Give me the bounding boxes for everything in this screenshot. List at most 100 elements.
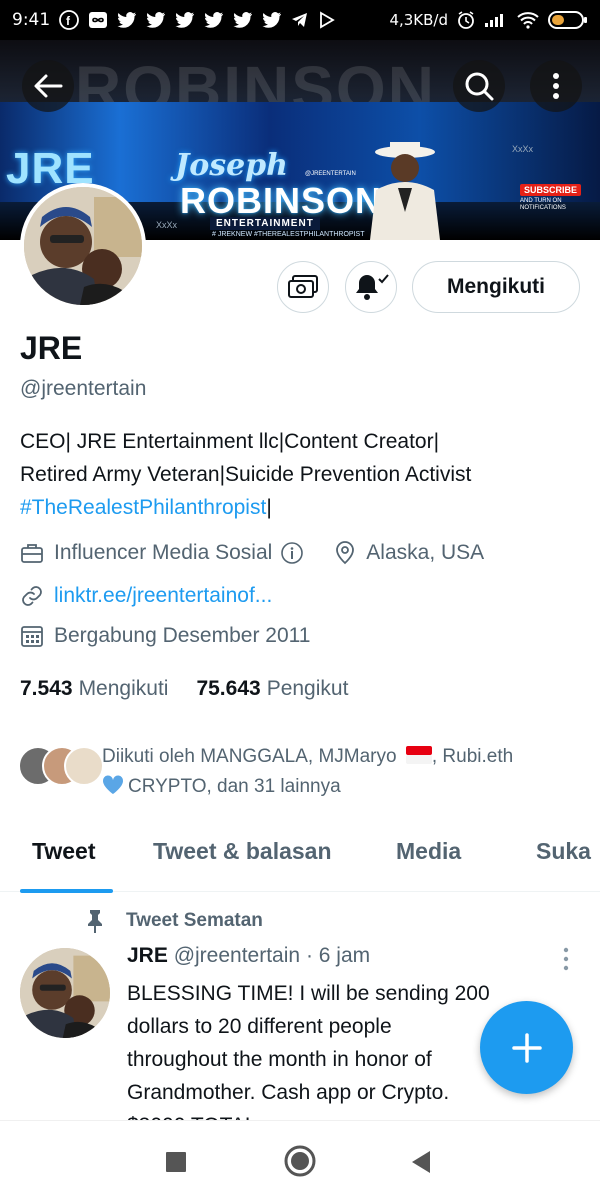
banner-handle: @JREENTERTAIN	[305, 171, 356, 177]
profile-location: Alaska, USA	[366, 541, 485, 564]
telegram-icon	[291, 11, 309, 29]
search-icon	[465, 72, 494, 101]
banner-subscribe-note: AND TURN ON NOTIFICATIONS	[520, 198, 566, 211]
followed-by-names-cont: , Rubi.eth	[431, 746, 514, 767]
tab-media[interactable]: Media	[396, 838, 461, 865]
followed-by[interactable]: Diikuti oleh MANGGALA, MJMaryo , Rubi.et…	[18, 742, 582, 802]
subscribe-button[interactable]	[277, 261, 329, 313]
recents-square-icon	[166, 1152, 186, 1172]
alarm-icon	[456, 10, 476, 30]
svg-text:f: f	[66, 14, 71, 28]
back-button[interactable]	[22, 60, 74, 112]
indonesia-flag-icon	[405, 746, 432, 764]
profile-stats: 7.543 Mengikuti 75.643 Pengikut	[20, 677, 348, 701]
following-count: 7.543	[20, 677, 73, 700]
tweet-line: BLESSING TIME! I will be sending 200	[127, 982, 490, 1005]
wifi-icon	[516, 11, 540, 29]
profile-name: JRE	[20, 330, 83, 366]
avatar-photo	[24, 187, 142, 305]
banner-title-script: Joseph	[175, 148, 288, 183]
profile-avatar[interactable]	[20, 183, 146, 309]
more-vertical-icon	[563, 947, 569, 971]
pin-icon	[88, 910, 102, 933]
banner-subtitle: ENTERTAINMENT	[210, 217, 320, 230]
profile-meta-row: Influencer Media Sosial Alaska, USA	[20, 541, 484, 565]
system-nav-bar	[0, 1120, 600, 1200]
search-button[interactable]	[453, 60, 505, 112]
clock: 9:41	[12, 10, 51, 30]
battery-icon	[548, 10, 588, 30]
calendar-icon	[21, 626, 43, 647]
tweet-author-avatar[interactable]	[20, 948, 110, 1038]
tab-tweet-replies[interactable]: Tweet & balasan	[153, 838, 332, 865]
info-icon[interactable]	[280, 541, 304, 565]
money-icon	[288, 275, 318, 298]
profile-website-link[interactable]: linktr.ee/jreentertainof...	[54, 584, 272, 608]
tweet-header: JRE @jreentertain · 6 jam	[127, 944, 370, 968]
plus-icon	[511, 1032, 542, 1063]
tweet-more-button[interactable]	[560, 946, 572, 976]
tab-tweet[interactable]: Tweet	[32, 838, 95, 865]
briefcase-icon	[21, 544, 43, 563]
followers-count: 75.643	[196, 677, 261, 700]
banner-watermark: XxXx	[156, 220, 178, 230]
back-triangle-icon	[412, 1151, 430, 1173]
active-tab-indicator	[20, 889, 113, 893]
twitter-icon	[117, 11, 137, 29]
status-bar: 9:41 f 4,3KB/d	[0, 0, 600, 40]
more-vertical-icon	[553, 73, 559, 99]
recents-button[interactable]	[166, 1152, 186, 1176]
profile-handle: @jreentertain	[20, 377, 147, 400]
tweet-author-name[interactable]: JRE	[127, 944, 168, 967]
followed-by-others: CRYPTO, dan 31 lainnya	[128, 776, 341, 797]
back-nav-button[interactable]	[410, 1150, 432, 1178]
avatar-photo	[20, 948, 110, 1038]
profile-joined-date: Bergabung Desember 2011	[54, 624, 311, 647]
followers-count-link[interactable]: 75.643 Pengikut	[196, 677, 348, 701]
following-label: Mengikuti	[78, 677, 169, 700]
bio-tail: |	[266, 496, 272, 519]
home-button[interactable]	[284, 1145, 316, 1181]
bio-hashtag-link[interactable]: #TheRealestPhilanthropist	[20, 496, 266, 519]
tweet-time: 6 jam	[318, 944, 371, 967]
avatar	[64, 746, 104, 786]
tab-likes[interactable]: Suka	[536, 838, 591, 865]
pinned-label: Tweet Sematan	[126, 910, 263, 931]
followed-by-text: Diikuti oleh MANGGALA, MJMaryo , Rubi.et…	[102, 742, 582, 802]
following-count-link[interactable]: 7.543 Mengikuti	[20, 677, 168, 701]
profile-tabs: Tweet Tweet & balasan Media Suka	[0, 828, 600, 893]
banner-subscribe: SUBSCRIBE AND TURN ON NOTIFICATIONS	[520, 178, 588, 212]
play-store-icon	[318, 11, 336, 29]
compose-tweet-button[interactable]	[480, 1001, 573, 1094]
twitter-icon	[233, 11, 253, 29]
signal-icon	[484, 12, 508, 28]
banner-watermark: XxXx	[512, 144, 534, 154]
banner-subscribe-label: SUBSCRIBE	[520, 184, 582, 196]
blue-heart-icon	[102, 775, 124, 794]
location-pin-icon	[336, 541, 355, 565]
profile-bio: CEO| JRE Entertainment llc|Content Creat…	[20, 425, 590, 524]
bell-check-icon	[356, 274, 389, 300]
twitter-icon	[262, 11, 282, 29]
profile-link-row: linktr.ee/jreentertainof...	[20, 584, 272, 608]
twitter-icon	[146, 11, 166, 29]
more-options-button[interactable]	[530, 60, 582, 112]
tweet-author-handle: @jreentertain	[173, 944, 301, 967]
home-circle-icon	[284, 1145, 316, 1177]
infinity-icon	[88, 10, 108, 30]
banner-hashtags: # JREKNEW #THEREALESTPHILANTHROPIST	[212, 231, 365, 238]
followers-label: Pengikut	[266, 677, 349, 700]
network-speed: 4,3KB/d	[389, 11, 448, 29]
banner-title: ROBINSON	[180, 180, 383, 221]
bio-line: Retired Army Veteran|Suicide Prevention …	[20, 463, 472, 486]
notifications-button[interactable]	[345, 261, 397, 313]
twitter-icon	[175, 11, 195, 29]
profile-category: Influencer Media Sosial	[54, 541, 273, 564]
pinned-label-row: Tweet Sematan	[84, 908, 263, 934]
following-button[interactable]: Mengikuti	[412, 261, 580, 313]
arrow-left-icon	[34, 74, 63, 98]
bio-line: CEO| JRE Entertainment llc|Content Creat…	[20, 430, 440, 453]
banner-person-image	[370, 142, 440, 240]
followed-by-avatars	[18, 746, 104, 792]
tweet-separator: ·	[305, 944, 313, 967]
